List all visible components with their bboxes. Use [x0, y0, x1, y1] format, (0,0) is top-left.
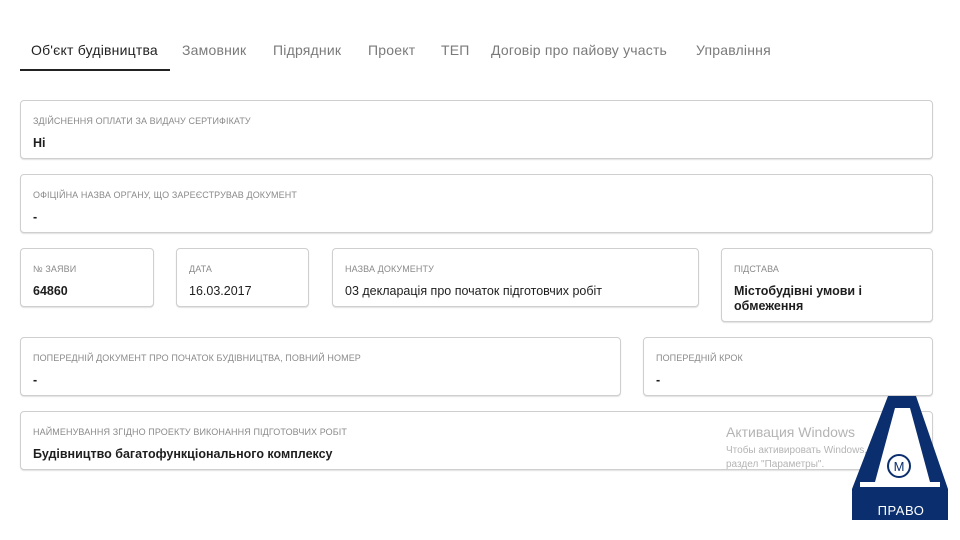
field-value: 03 декларація про початок підготовчих ро… [345, 284, 603, 298]
brand-logo: М [852, 396, 948, 520]
field-registering-body: Офіційна назва органу, що зареєстрував д… [20, 174, 933, 233]
field-previous-step: Попередній крок - [643, 337, 933, 396]
field-value: 16.03.2017 [189, 284, 252, 298]
tab-tep[interactable]: ТЕП [441, 42, 470, 58]
field-value: - [33, 210, 38, 224]
field-value: Ні [33, 136, 46, 150]
tab-contractor[interactable]: Підрядник [273, 42, 341, 58]
active-tab-indicator [20, 69, 170, 71]
field-basis: Підстава Містобудівні умови і обмеження [721, 248, 933, 322]
logo-bar [860, 482, 940, 487]
field-label: Дата [189, 264, 212, 274]
field-certificate-payment: Здійснення оплати за видачу сертифікату … [20, 100, 933, 159]
field-label: Підстава [734, 264, 779, 274]
field-value: - [33, 373, 38, 387]
field-label: Попередній документ про початок будівниц… [33, 353, 361, 363]
logo-text: ПРАВО [877, 503, 925, 518]
tab-construction-object[interactable]: Об'єкт будівництва [31, 42, 158, 58]
field-label: Попередній крок [656, 353, 743, 363]
field-value: 64860 [33, 284, 68, 298]
logo-mark: М [894, 459, 905, 474]
field-date: Дата 16.03.2017 [176, 248, 309, 307]
field-label: № заяви [33, 264, 77, 274]
field-value: Будівництво багатофункціонального компле… [33, 447, 333, 461]
field-document-name: Назва документу 03 декларація про почато… [332, 248, 699, 307]
field-application-number: № заяви 64860 [20, 248, 154, 307]
field-value: - [656, 373, 661, 387]
tab-management[interactable]: Управління [696, 42, 771, 58]
tab-customer[interactable]: Замовник [182, 42, 246, 58]
field-label: Найменування згідно проекту виконання пі… [33, 427, 347, 437]
tab-project[interactable]: Проект [368, 42, 415, 58]
tab-share-agreement[interactable]: Договір про пайову участь [491, 42, 667, 58]
field-label: Здійснення оплати за видачу сертифікату [33, 116, 251, 126]
field-value: Містобудівні умови і обмеження [734, 284, 863, 313]
field-previous-document: Попередній документ про початок будівниц… [20, 337, 621, 396]
field-label: Офіційна назва органу, що зареєстрував д… [33, 190, 297, 200]
field-label: Назва документу [345, 264, 434, 274]
